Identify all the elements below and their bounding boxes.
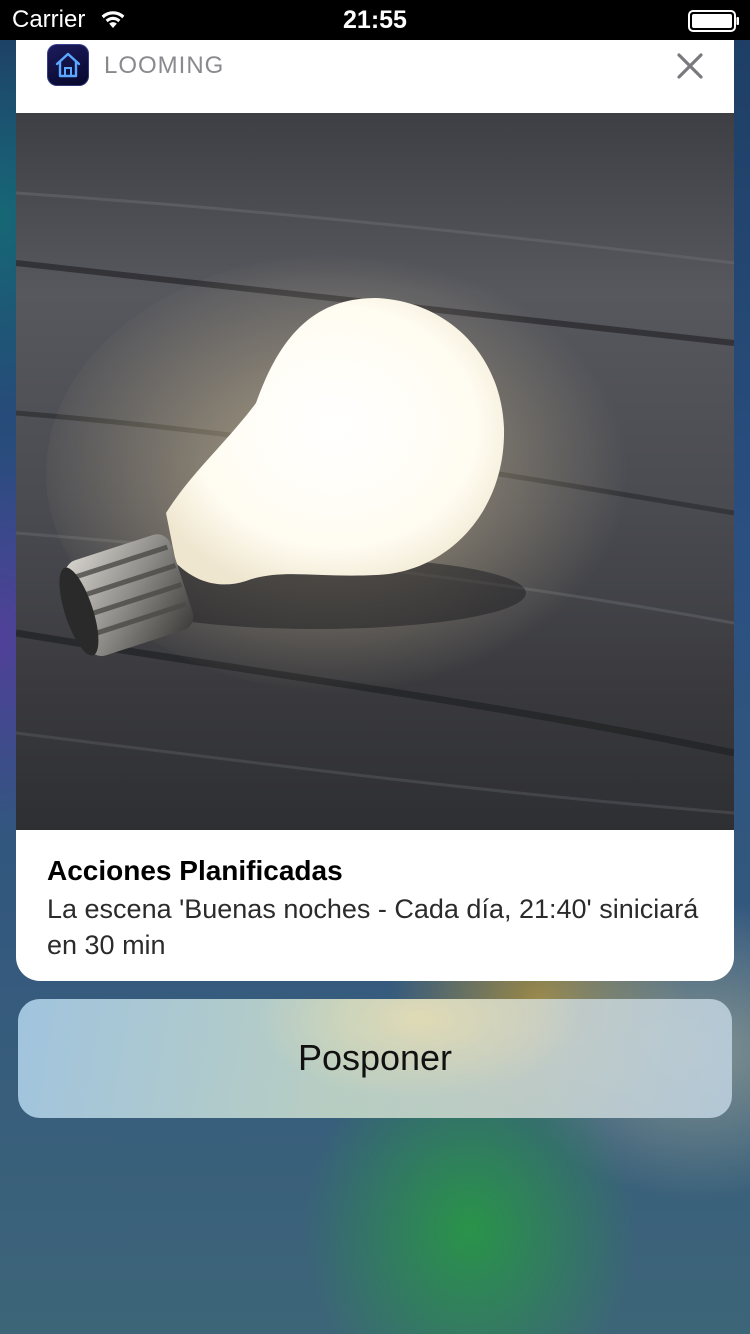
close-icon bbox=[677, 53, 703, 79]
notification-header: LOOMING bbox=[16, 40, 734, 113]
close-button[interactable] bbox=[672, 48, 708, 84]
house-icon bbox=[55, 52, 81, 78]
app-icon bbox=[47, 44, 89, 86]
posponer-button[interactable]: Posponer bbox=[18, 999, 732, 1118]
battery-icon bbox=[688, 10, 739, 32]
notification-card[interactable]: LOOMING Acciones Planificadas La escena … bbox=[16, 40, 734, 981]
notification-body: La escena 'Buenas noches - Cada día, 21:… bbox=[47, 894, 699, 960]
notification-image bbox=[16, 113, 734, 830]
app-name: LOOMING bbox=[104, 52, 225, 79]
posponer-button-label: Posponer bbox=[297, 1037, 453, 1078]
status-bar: Carrier 21:55 bbox=[0, 0, 750, 40]
notification-title: Acciones Planificadas bbox=[47, 855, 343, 886]
status-time: 21:55 bbox=[343, 6, 407, 34]
